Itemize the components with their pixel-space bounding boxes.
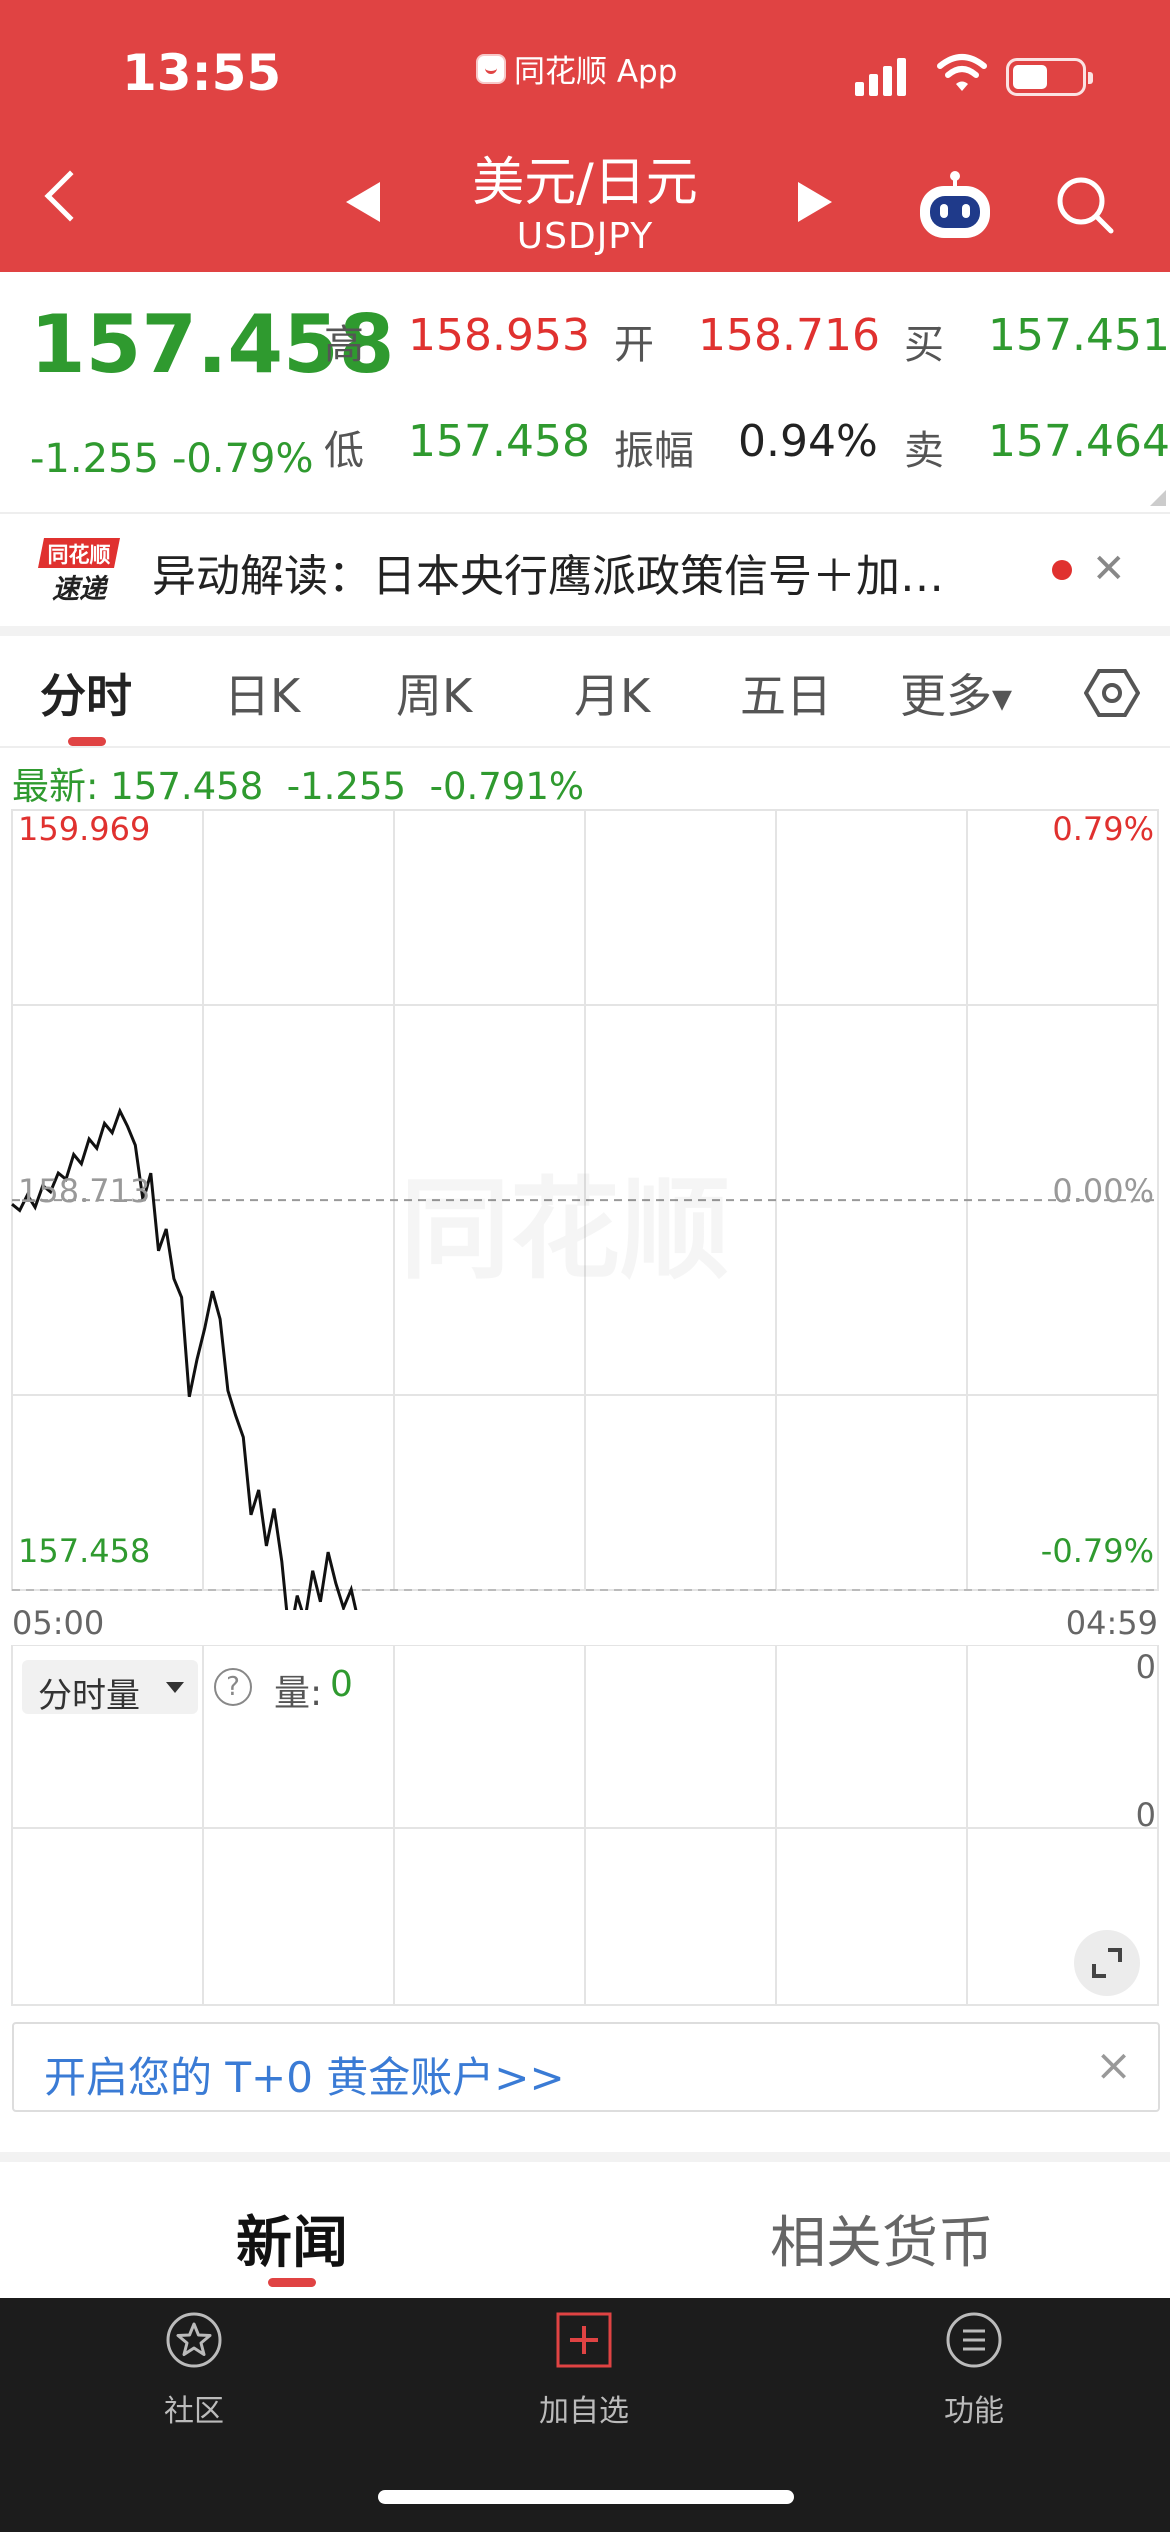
banner-close-button[interactable]: ×: [1095, 2040, 1132, 2091]
chart-settings-icon[interactable]: [1084, 668, 1140, 718]
help-icon[interactable]: ?: [214, 1668, 252, 1706]
promo-text[interactable]: 开启您的 T+0 黄金账户>>: [44, 2044, 565, 2105]
volume-axis-top: 0: [1135, 1648, 1156, 1686]
battery-icon: [1006, 58, 1093, 96]
divider: [0, 746, 1170, 748]
tab-daily-k[interactable]: 日K: [224, 660, 300, 726]
price-change-percent: -0.79%: [172, 436, 314, 482]
nav-add-watchlist[interactable]: 加自选: [484, 2310, 684, 2430]
high-value: 158.953: [408, 310, 590, 361]
page-title: 美元/日元: [472, 153, 698, 213]
app-logo-icon: [476, 53, 506, 84]
star-circle-icon: [166, 2312, 222, 2368]
tab-more[interactable]: 更多▼: [900, 660, 1012, 726]
ticker-close-button[interactable]: ✕: [1092, 546, 1126, 592]
low-value: 157.458: [408, 416, 590, 467]
y-axis-bottom: 157.458: [18, 1532, 151, 1570]
corner-expand-icon: [1150, 490, 1166, 506]
tab-five-day[interactable]: 五日: [740, 660, 832, 726]
time-axis-end: 04:59: [1065, 1604, 1158, 1642]
open-label: 开: [614, 322, 654, 368]
tab-monthly-k[interactable]: 月K: [574, 660, 650, 726]
logo-bottom-text: 速递: [52, 574, 109, 605]
nav-functions-label: 功能: [944, 2394, 1004, 2429]
section-gap: [0, 2152, 1170, 2162]
status-time: 13:55: [122, 44, 282, 102]
high-label: 高: [324, 322, 364, 368]
pct-axis-mid: 0.00%: [1052, 1172, 1154, 1210]
price-change: -1.255: [30, 436, 159, 482]
logo-top-text: 同花顺: [48, 543, 111, 567]
tab-intraday[interactable]: 分时: [40, 660, 132, 726]
time-axis-start: 05:00: [12, 1604, 105, 1642]
pct-axis-bottom: -0.79%: [1040, 1532, 1154, 1570]
y-axis-mid: 158.713: [18, 1172, 151, 1210]
promo-banner[interactable]: 开启您的 T+0 黄金账户>> ×: [12, 2022, 1160, 2112]
app-header: 13:55 同花顺 App 美元/日元 USDJPY: [0, 0, 1170, 272]
bottom-navigation: 社区 加自选 功能: [0, 2298, 1170, 2532]
nav-add-watchlist-label: 加自选: [539, 2394, 629, 2429]
bid-label: 买: [904, 322, 944, 368]
volume-indicator-select[interactable]: 分时量: [22, 1660, 198, 1716]
home-indicator: [378, 2490, 794, 2504]
tab-weekly-k[interactable]: 周K: [396, 660, 472, 726]
nav-community[interactable]: 社区: [94, 2310, 294, 2430]
status-app-name: 同花顺 App: [476, 46, 677, 91]
status-app-label: 同花顺 App: [514, 54, 678, 90]
ask-label: 卖: [904, 428, 944, 474]
tab-more-label: 更多: [900, 669, 992, 723]
tab-active-indicator: [68, 737, 106, 746]
wifi-icon: [937, 54, 987, 91]
section-gap: [0, 626, 1170, 636]
fullscreen-button[interactable]: [1074, 1930, 1140, 1996]
news-tab-indicator: [268, 2278, 316, 2287]
expand-icon: [1092, 1948, 1122, 1978]
menu-circle-icon: [946, 2312, 1002, 2368]
amplitude-label: 振幅: [614, 428, 694, 474]
news-ticker-text[interactable]: 异动解读：日本央行鹰派政策信号＋加…: [152, 540, 944, 604]
signal-icon: [855, 58, 906, 96]
volume-selector-label: 分时量: [38, 1676, 140, 1716]
nav-community-label: 社区: [164, 2394, 224, 2429]
divider: [0, 512, 1170, 514]
add-box-icon: [556, 2312, 612, 2368]
tab-news[interactable]: 新闻: [236, 2198, 348, 2279]
ask-value: 157.464: [988, 416, 1170, 467]
dropdown-caret-icon: ▼: [992, 684, 1012, 715]
volume-value: 0: [330, 1664, 353, 1705]
next-symbol-icon[interactable]: [798, 182, 832, 222]
news-flash-logo[interactable]: 同花顺 速递: [36, 534, 124, 608]
open-value: 158.716: [698, 310, 880, 361]
volume-label: 量:: [274, 1673, 323, 1714]
amplitude-value: 0.94%: [738, 416, 878, 467]
pct-axis-top: 0.79%: [1052, 810, 1154, 848]
page-symbol: USDJPY: [516, 216, 654, 257]
y-axis-top: 159.969: [18, 810, 151, 848]
bid-value: 157.451: [988, 310, 1170, 361]
volume-axis-mid: 0: [1135, 1796, 1156, 1834]
low-label: 低: [324, 428, 364, 474]
tab-related-currencies[interactable]: 相关货币: [770, 2198, 994, 2279]
nav-functions[interactable]: 功能: [874, 2310, 1074, 2430]
dropdown-caret-icon: [166, 1682, 184, 1693]
search-icon[interactable]: [1054, 174, 1116, 236]
robot-assistant-icon[interactable]: [916, 170, 994, 242]
unread-dot: [1052, 560, 1072, 580]
watermark: 同花顺: [400, 1140, 730, 1300]
